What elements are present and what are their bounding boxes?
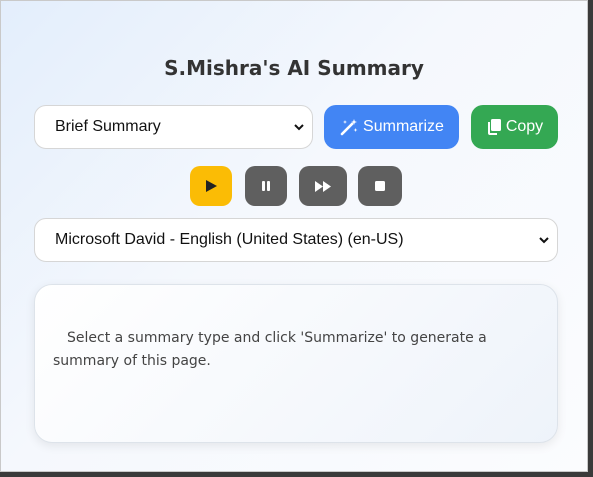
magic-wand-icon: [340, 119, 358, 136]
chevron-down-icon: [294, 124, 304, 131]
summary-output: Select a summary type and click 'Summari…: [34, 284, 558, 443]
summary-type-value: Brief Summary: [55, 118, 161, 135]
extension-popup: S.Mishra's AI Summary Brief Summary Summ…: [0, 0, 588, 472]
pause-button[interactable]: [245, 166, 287, 206]
stop-button[interactable]: [358, 166, 402, 206]
copy-icon: [487, 119, 501, 135]
app-title: S.Mishra's AI Summary: [164, 56, 424, 80]
summary-text: Select a summary type and click 'Summari…: [53, 330, 487, 369]
voice-select[interactable]: Microsoft David - English (United States…: [34, 218, 558, 262]
summary-type-select[interactable]: Brief Summary: [34, 105, 313, 149]
play-icon: [206, 180, 217, 192]
chevron-down-icon: [539, 237, 549, 244]
summarize-label: Summarize: [363, 118, 444, 135]
copy-button[interactable]: Copy: [471, 105, 558, 149]
voice-value: Microsoft David - English (United States…: [55, 231, 404, 248]
pause-icon: [262, 181, 270, 191]
play-button[interactable]: [190, 166, 232, 206]
stop-icon: [375, 181, 385, 191]
fast-forward-icon: [315, 180, 331, 192]
copy-label: Copy: [505, 118, 544, 135]
summarize-button[interactable]: Summarize: [324, 105, 459, 149]
resume-button[interactable]: [299, 166, 347, 206]
